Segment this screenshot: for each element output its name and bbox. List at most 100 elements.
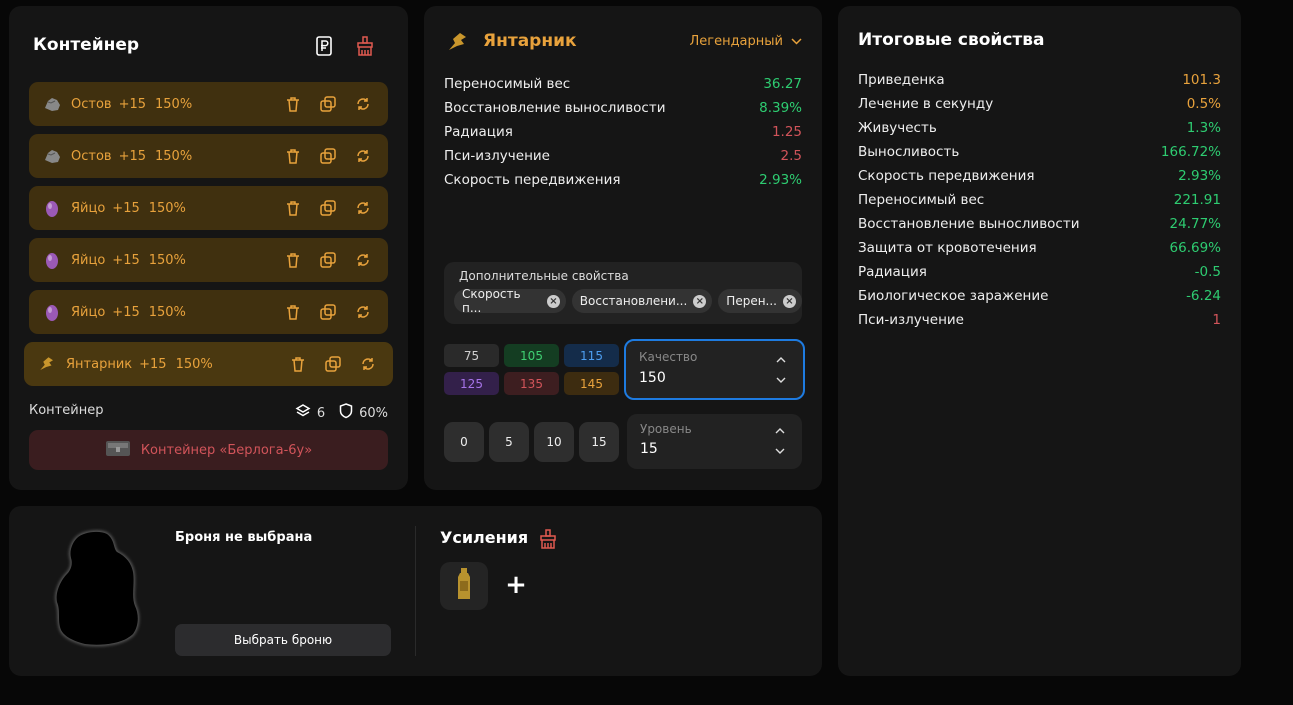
chevron-down-icon[interactable] bbox=[774, 445, 786, 457]
row-quality: 150% bbox=[148, 200, 186, 216]
refresh-icon[interactable] bbox=[359, 355, 377, 373]
stat-row: Выносливость 166.72% bbox=[858, 142, 1221, 166]
quality-preset-button[interactable]: 115 bbox=[564, 344, 619, 367]
chevron-up-icon[interactable] bbox=[774, 425, 786, 437]
trash-icon[interactable] bbox=[284, 147, 302, 165]
property-chip[interactable]: Перен... × bbox=[718, 289, 802, 313]
stat-row: Скорость передвижения 2.93% bbox=[444, 170, 802, 194]
container-row[interactable]: Остов +15 150% bbox=[29, 82, 388, 126]
protection-stat: 60% bbox=[339, 403, 388, 423]
level-preset-button[interactable]: 0 bbox=[444, 422, 484, 462]
quality-label: Качество bbox=[639, 350, 698, 364]
broom-clear-icon[interactable] bbox=[539, 529, 557, 553]
property-chip[interactable]: Скорость п... × bbox=[454, 287, 566, 315]
row-quality: 150% bbox=[148, 252, 186, 268]
ruble-icon[interactable] bbox=[313, 35, 335, 57]
stat-row: Радиация -0.5 bbox=[858, 262, 1221, 286]
stat-label: Пси-излучение bbox=[444, 148, 550, 164]
copy-icon[interactable] bbox=[319, 95, 337, 113]
stat-value: 2.93% bbox=[1178, 168, 1221, 184]
trash-icon[interactable] bbox=[284, 251, 302, 269]
armor-panel: Броня не выбрана Выбрать броню Усиления … bbox=[9, 506, 822, 676]
stat-label: Восстановление выносливости bbox=[444, 100, 666, 116]
stat-label: Переносимый вес bbox=[444, 76, 571, 92]
chevron-down-icon[interactable] bbox=[775, 374, 787, 386]
quality-presets: 75 105 115 125 135 145 bbox=[444, 344, 619, 395]
chevron-up-icon[interactable] bbox=[775, 354, 787, 366]
stat-row: Восстановление выносливости 24.77% bbox=[858, 214, 1221, 238]
layers-icon bbox=[295, 403, 311, 423]
stat-value: -6.24 bbox=[1186, 288, 1221, 304]
stat-value: 66.69% bbox=[1169, 240, 1221, 256]
copy-icon[interactable] bbox=[319, 199, 337, 217]
refresh-icon[interactable] bbox=[354, 147, 372, 165]
trash-icon[interactable] bbox=[289, 355, 307, 373]
container-row[interactable]: Яйцо +15 150% bbox=[29, 238, 388, 282]
container-footer: Контейнер 6 60% bbox=[29, 403, 388, 421]
broom-clear-icon[interactable] bbox=[354, 35, 376, 57]
row-upgrade: +15 bbox=[112, 252, 140, 268]
armor-silhouette-icon bbox=[47, 528, 147, 654]
quality-preset-button[interactable]: 125 bbox=[444, 372, 499, 395]
level-preset-button[interactable]: 5 bbox=[489, 422, 529, 462]
refresh-icon[interactable] bbox=[354, 303, 372, 321]
refresh-icon[interactable] bbox=[354, 95, 372, 113]
quality-value: 150 bbox=[639, 370, 666, 386]
quality-spinner[interactable]: Качество 150 bbox=[624, 339, 805, 400]
row-upgrade: +15 bbox=[112, 304, 140, 320]
stat-label: Переносимый вес bbox=[858, 192, 985, 208]
amber-artifact-icon bbox=[38, 355, 56, 373]
container-row[interactable]: Яйцо +15 150% bbox=[29, 290, 388, 334]
level-spinner[interactable]: Уровень 15 bbox=[627, 414, 802, 469]
copy-icon[interactable] bbox=[319, 303, 337, 321]
level-presets: 0 5 10 15 bbox=[444, 422, 619, 462]
stat-row: Пси-излучение 1 bbox=[858, 310, 1221, 334]
copy-icon[interactable] bbox=[319, 251, 337, 269]
container-row[interactable]: Янтарник +15 150% bbox=[24, 342, 393, 386]
quality-preset-button[interactable]: 135 bbox=[504, 372, 559, 395]
copy-icon[interactable] bbox=[319, 147, 337, 165]
stat-row: Приведенка 101.3 bbox=[858, 70, 1221, 94]
container-row[interactable]: Остов +15 150% bbox=[29, 134, 388, 178]
level-preset-button[interactable]: 10 bbox=[534, 422, 574, 462]
rock-artifact-icon bbox=[43, 147, 61, 165]
refresh-icon[interactable] bbox=[354, 251, 372, 269]
stat-row: Радиация 1.25 bbox=[444, 122, 802, 146]
trash-icon[interactable] bbox=[284, 199, 302, 217]
refresh-icon[interactable] bbox=[354, 199, 372, 217]
select-armor-button[interactable]: Выбрать броню bbox=[175, 624, 391, 656]
quality-preset-button[interactable]: 75 bbox=[444, 344, 499, 367]
close-icon[interactable]: × bbox=[693, 294, 707, 308]
close-icon[interactable]: × bbox=[783, 294, 796, 308]
stat-label: Восстановление выносливости bbox=[858, 216, 1080, 232]
rarity-dropdown[interactable]: Легендарный bbox=[689, 34, 802, 49]
property-chip[interactable]: Восстановлени... × bbox=[571, 289, 713, 313]
container-row[interactable]: Яйцо +15 150% bbox=[29, 186, 388, 230]
row-quality: 150% bbox=[155, 96, 193, 112]
chip-label: Восстановлени... bbox=[579, 294, 688, 308]
stat-value: 2.5 bbox=[780, 148, 802, 164]
quality-preset-button[interactable]: 145 bbox=[564, 372, 619, 395]
armor-not-selected: Броня не выбрана bbox=[175, 530, 313, 545]
stat-row: Живучесть 1.3% bbox=[858, 118, 1221, 142]
copy-icon[interactable] bbox=[324, 355, 342, 373]
boosts-title: Усиления bbox=[440, 528, 529, 547]
stat-value: 221.91 bbox=[1173, 192, 1221, 208]
additional-properties-label: Дополнительные свойства bbox=[459, 269, 629, 283]
trash-icon[interactable] bbox=[284, 95, 302, 113]
artifact-stats: Переносимый вес 36.27 Восстановление выно… bbox=[444, 74, 802, 194]
container-chest-icon bbox=[105, 438, 131, 462]
trash-icon[interactable] bbox=[284, 303, 302, 321]
quality-preset-button[interactable]: 105 bbox=[504, 344, 559, 367]
additional-properties[interactable]: Дополнительные свойства Скорость п... × В… bbox=[444, 262, 802, 324]
egg-artifact-icon bbox=[43, 303, 61, 321]
add-boost-button[interactable]: + bbox=[505, 570, 527, 600]
container-select-button[interactable]: Контейнер «Берлога-6у» bbox=[29, 430, 388, 470]
container-button-label: Контейнер «Берлога-6у» bbox=[140, 442, 313, 458]
stat-value: 2.93% bbox=[759, 172, 802, 188]
row-name: Остов bbox=[71, 96, 112, 112]
row-name: Яйцо bbox=[71, 304, 106, 320]
level-preset-button[interactable]: 15 bbox=[579, 422, 619, 462]
boost-slot[interactable] bbox=[440, 562, 488, 610]
close-icon[interactable]: × bbox=[547, 294, 560, 308]
